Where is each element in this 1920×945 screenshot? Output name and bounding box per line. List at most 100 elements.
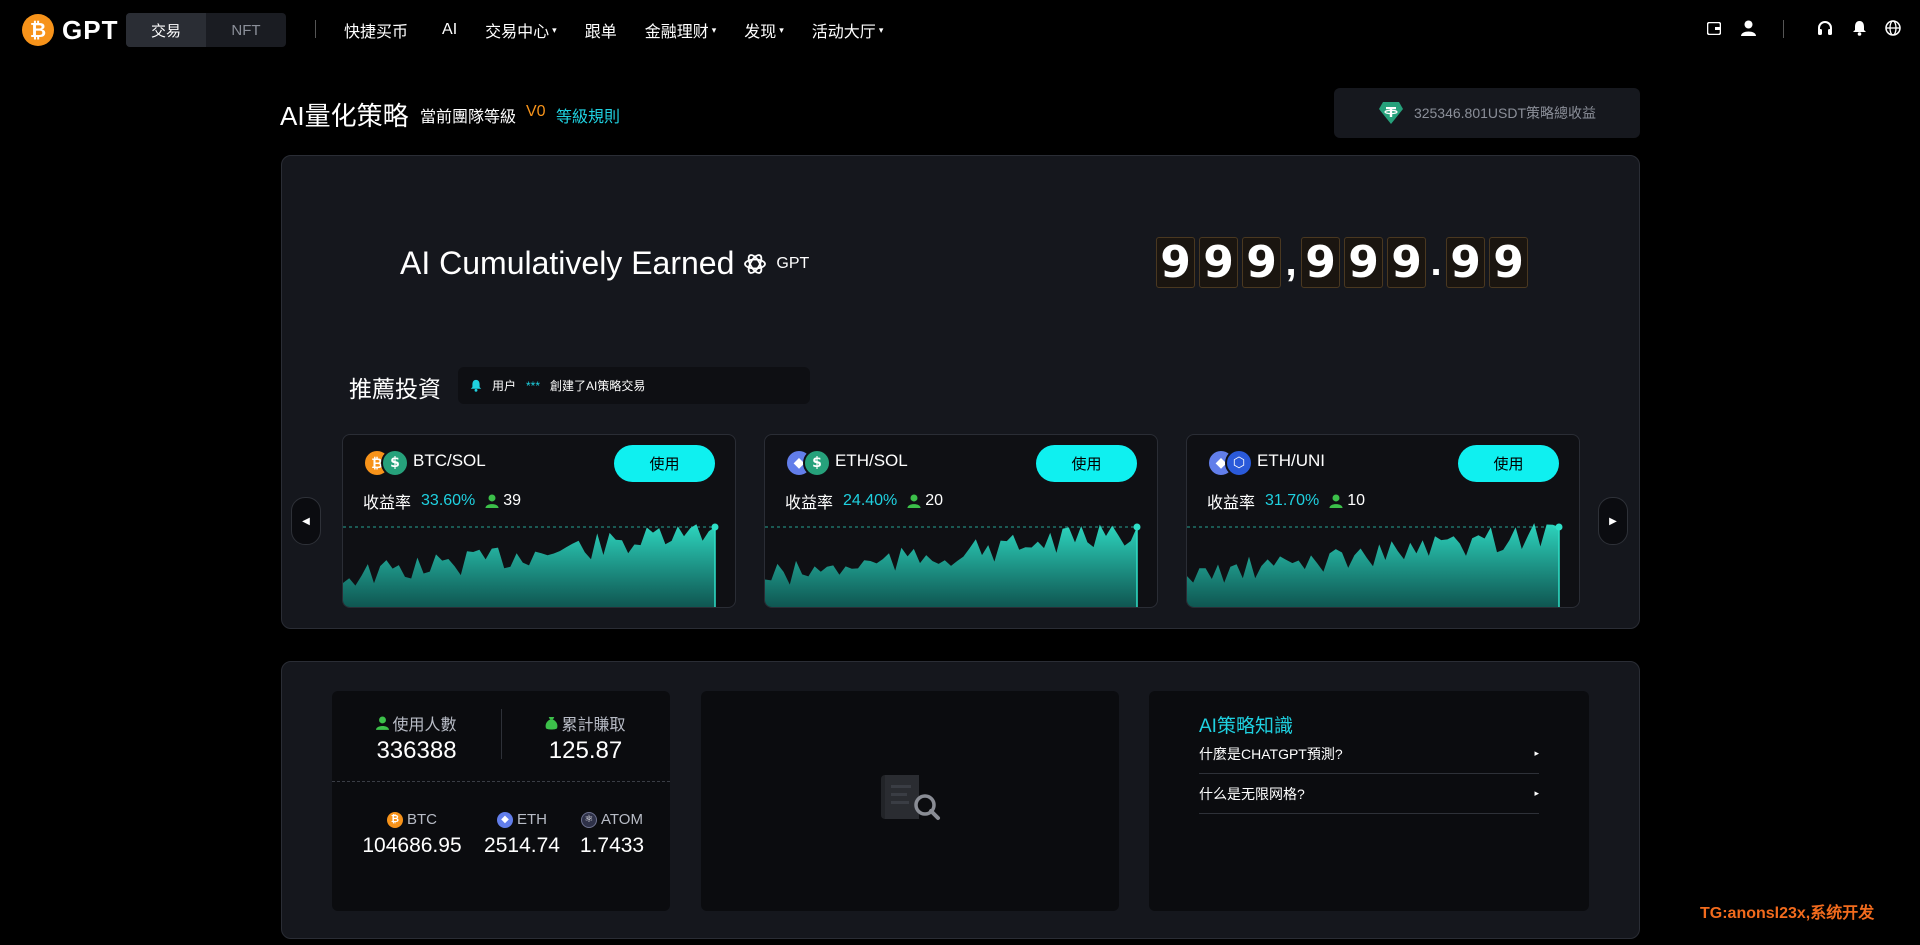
money-bag-icon [546, 716, 558, 730]
menu-activity-hall[interactable]: 活动大厅 ▾ [812, 18, 884, 42]
users-stat: 使用人數 336388 [332, 711, 501, 765]
counter-digit: 9 [1199, 237, 1238, 288]
menu-finance[interactable]: 金融理财 ▾ [645, 18, 717, 42]
pair-coin-icons: ◆ ⬡ [1207, 449, 1253, 477]
top-nav: ₿ GPT 交易 NFT 快捷买币 AI 交易中心 ▾ 跟单 金融理财 ▾ 发现 ▾ … [0, 0, 1920, 60]
btc-label: ₿ BTC [352, 811, 472, 828]
chevron-right-icon: ▸ [1534, 788, 1539, 798]
level-rules-link[interactable]: 等級規則 [556, 103, 620, 127]
empty-search-document-icon [881, 775, 940, 820]
quote-coin-icon: $ [381, 449, 409, 477]
nav-divider [315, 20, 316, 38]
team-level-value: V0 [526, 103, 546, 120]
menu-label: AI [442, 21, 458, 38]
bell-icon[interactable] [1849, 18, 1869, 38]
counter-digit: 9 [1156, 237, 1195, 288]
coin-name: ETH [517, 811, 547, 828]
users-value: 336388 [376, 737, 457, 764]
use-strategy-button[interactable]: 使用 [1036, 445, 1137, 482]
menu-label: 活动大厅 [811, 24, 876, 41]
strategy-knowledge-box: AI策略知識 什麼是CHATGPT預測? ▸ 什么是无限网格? ▸ [1149, 691, 1589, 911]
earned-stat-label: 累計賺取 [501, 711, 670, 735]
bitcoin-icon: ₿ [387, 811, 403, 828]
counter-separator: , [1285, 240, 1297, 284]
globe-icon[interactable] [1883, 18, 1903, 38]
carousel-prev-button[interactable]: ◀ [291, 497, 321, 545]
strategy-card: ₿ $ BTC/SOL 使用 收益率 33.60% 39 [342, 434, 736, 608]
gpt-label: GPT [776, 254, 810, 272]
trading-pair: BTC/SOL [413, 451, 486, 470]
earned-stat: 累計賺取 125.87 [501, 711, 670, 765]
user-icon[interactable] [1738, 18, 1758, 38]
users-icon [907, 494, 921, 508]
carousel-next-button[interactable]: ▶ [1598, 497, 1628, 545]
sparkline-end-dot [1133, 523, 1141, 531]
pair-coin-icons: ◆ $ [785, 449, 831, 477]
menu-label: 交易中心 [485, 24, 550, 41]
usage-stats-box: 使用人數 336388 累計賺取 125.87 ₿ BTC 104686.95 ◆… [332, 691, 670, 911]
menu-quick-buy[interactable]: 快捷买币 [344, 18, 408, 42]
counter-digit: 9 [1301, 237, 1340, 288]
use-strategy-button[interactable]: 使用 [614, 445, 715, 482]
eth-price: 2514.74 [484, 834, 560, 857]
users-stat-label: 使用人數 [332, 711, 501, 735]
headset-icon[interactable] [1815, 18, 1835, 38]
segment-trade[interactable]: 交易 [126, 13, 206, 47]
chevron-down-icon: ▾ [878, 24, 884, 35]
account-icons [1704, 18, 1758, 38]
sparkline-area [343, 524, 715, 607]
trading-pair: ETH/SOL [835, 451, 908, 470]
ethereum-icon: ◆ [497, 811, 513, 828]
coin-name: ATOM [601, 811, 643, 828]
divider [332, 781, 670, 782]
logo[interactable]: ₿ GPT [22, 14, 118, 46]
faq-item-chatgpt-prediction[interactable]: 什麼是CHATGPT預測? ▸ [1199, 734, 1539, 774]
counter-digit: 9 [1344, 237, 1383, 288]
menu-trading-center[interactable]: 交易中心 ▾ [485, 18, 557, 42]
notice-masked-user: *** [526, 378, 541, 393]
total-earnings-text: 325346.801USDT策略總收益 [1413, 105, 1597, 121]
segment-nft[interactable]: NFT [206, 13, 286, 47]
wallet-icon[interactable] [1704, 18, 1724, 38]
trading-pair: ETH/UNI [1257, 451, 1325, 470]
openai-icon [744, 253, 767, 274]
earned-value: 125.87 [548, 737, 623, 764]
menu-discover[interactable]: 发现 ▾ [744, 18, 784, 42]
menu-ai[interactable]: AI [442, 21, 457, 39]
watermark-text: TG:anonsl23x,系统开发 [1700, 905, 1875, 922]
pair-coin-icons: ₿ $ [363, 449, 409, 477]
earned-label-text: 累計賺取 [561, 717, 626, 734]
sparkline-end-dot [711, 523, 719, 531]
btc-price-stat: ₿ BTC 104686.95 [352, 811, 472, 858]
counter-digit: 9 [1446, 237, 1485, 288]
quote-coin-icon: ⬡ [1225, 449, 1253, 477]
use-strategy-button[interactable]: 使用 [1458, 445, 1559, 482]
atom-label: ⚛ ATOM [572, 811, 652, 828]
faq-item-infinite-grid[interactable]: 什么是无限网格? ▸ [1199, 774, 1539, 814]
market-segment-switch: 交易 NFT [126, 13, 286, 47]
recommend-title: 推薦投資 [349, 376, 441, 402]
cosmos-atom-icon: ⚛ [581, 811, 598, 828]
faq-question: 什么是无限网格? [1199, 785, 1305, 802]
utility-icons [1815, 18, 1903, 38]
usdt-icon [1378, 102, 1403, 124]
users-icon [485, 494, 499, 508]
brand-name: GPT [62, 14, 119, 45]
earned-counter: 999,999.99 [1156, 237, 1528, 288]
users-label-text: 使用人數 [392, 717, 457, 734]
menu-copy-trade[interactable]: 跟单 [585, 18, 617, 42]
menu-label: 快捷买币 [344, 24, 409, 41]
menu-label: 发现 [744, 24, 777, 41]
users-icon [1329, 494, 1343, 508]
atom-price: 1.7433 [579, 834, 645, 857]
sparkline-area [765, 524, 1137, 607]
chevron-down-icon: ▾ [552, 24, 557, 35]
notice-prefix: 用户 [492, 379, 517, 393]
hero-title: AI Cumulatively Earned GPT [400, 245, 809, 282]
quote-coin-icon: $ [803, 449, 831, 477]
counter-digit: 9 [1387, 237, 1426, 288]
counter-separator: . [1430, 240, 1442, 284]
nav-divider [1783, 20, 1784, 38]
coin-name: BTC [407, 811, 437, 828]
yield-sparkline [765, 523, 1141, 607]
